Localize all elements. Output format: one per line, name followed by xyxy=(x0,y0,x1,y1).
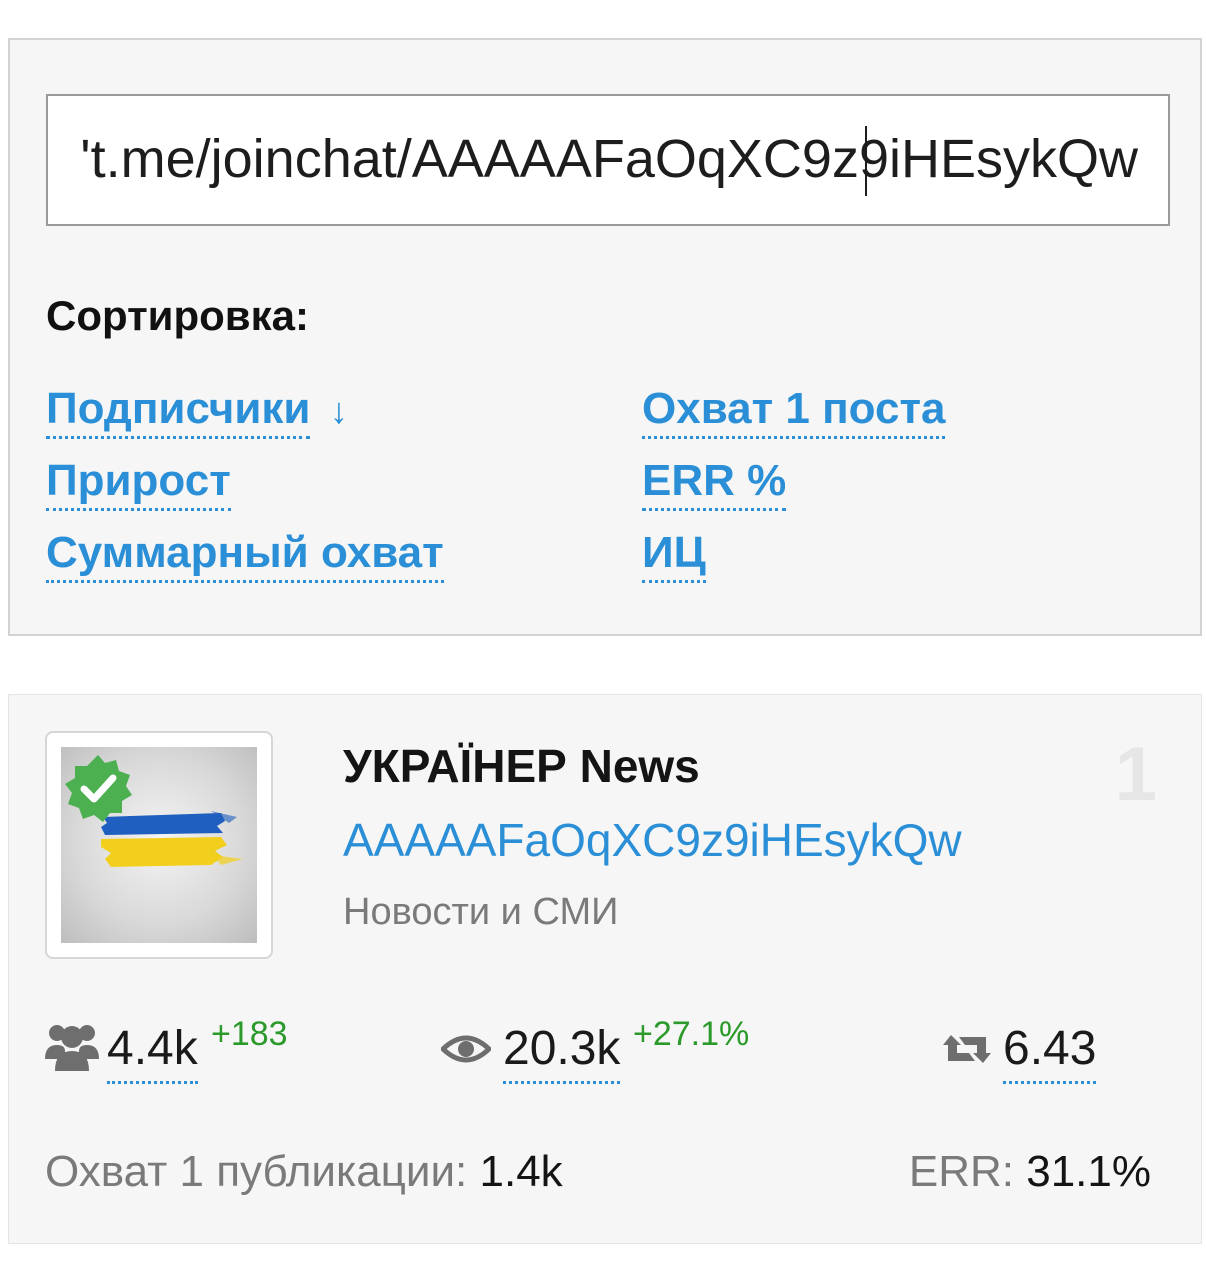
users-icon xyxy=(45,1025,99,1071)
subscribers-delta: +183 xyxy=(211,1015,288,1053)
channel-title[interactable]: УКРАЇНЕР News xyxy=(343,739,700,793)
sort-option-growth[interactable]: Прирост xyxy=(46,456,231,511)
post-reach-label: Охват 1 публикации: xyxy=(45,1147,468,1196)
search-input[interactable]: 't.me/joinchat/AAAAAFaOqXC9z9iHEsykQw xyxy=(46,94,1170,226)
err-label: ERR: xyxy=(908,1147,1014,1196)
subscribers-value[interactable]: 4.4k xyxy=(107,1021,198,1084)
verified-badge-icon xyxy=(65,755,132,822)
reposts-value[interactable]: 6.43 xyxy=(1003,1021,1097,1084)
sort-option-total-reach[interactable]: Суммарный охват xyxy=(46,528,444,583)
sort-option-citation-index[interactable]: ИЦ xyxy=(642,528,706,583)
post-reach-value: 1.4k xyxy=(479,1147,563,1196)
sort-arrow-down-icon: ↓ xyxy=(330,390,348,431)
search-input-value: 't.me/joinchat/AAAAAFaOqXC9z9iHEsykQw xyxy=(80,129,1138,189)
text-caret xyxy=(865,126,867,196)
sort-option-subscribers[interactable]: Подписчики xyxy=(46,384,311,439)
retweet-icon xyxy=(943,1035,991,1063)
channel-avatar[interactable] xyxy=(45,731,273,959)
err-value: 31.1% xyxy=(1026,1147,1151,1196)
sort-option-err[interactable]: ERR % xyxy=(642,456,787,511)
channel-rank: 1 xyxy=(1114,732,1157,817)
channel-category: Новости и СМИ xyxy=(343,891,619,933)
views-value[interactable]: 20.3k xyxy=(503,1021,621,1084)
post-reach-row: Охват 1 публикации: 1.4k xyxy=(45,1147,563,1197)
sort-title: Сортировка: xyxy=(46,292,309,339)
channel-link[interactable]: AAAAAFaOqXC9z9iHEsykQw xyxy=(343,813,962,867)
channel-card[interactable]: УКРАЇНЕР News AAAAAFaOqXC9z9iHEsykQw Нов… xyxy=(8,694,1202,1244)
sort-option-post-reach[interactable]: Охват 1 поста xyxy=(642,384,946,439)
err-row: ERR: 31.1% xyxy=(909,1147,1151,1197)
views-delta: +27.1% xyxy=(633,1015,750,1053)
eye-icon xyxy=(441,1035,491,1063)
search-panel: 't.me/joinchat/AAAAAFaOqXC9z9iHEsykQw Со… xyxy=(8,38,1202,636)
